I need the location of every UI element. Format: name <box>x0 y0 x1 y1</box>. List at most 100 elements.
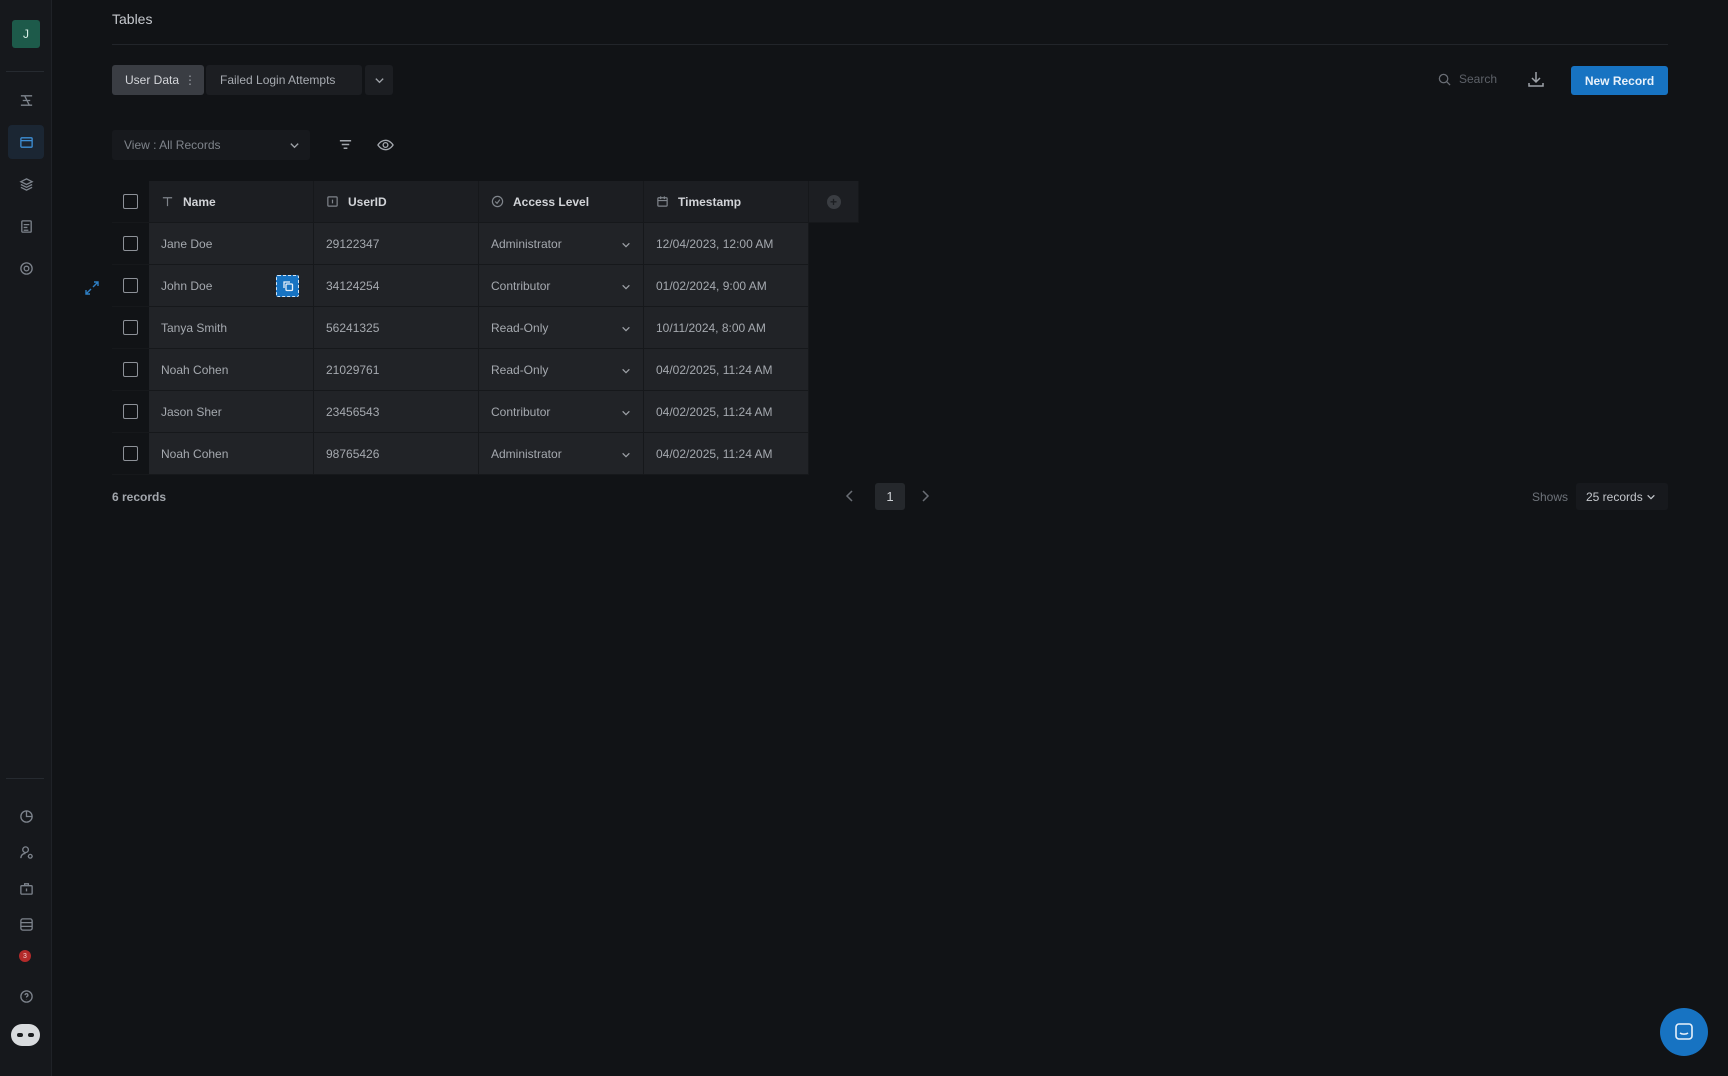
table-row[interactable]: Noah Cohen 98765426 Administrator 04/02/… <box>112 433 809 475</box>
row-select-cell <box>112 433 149 475</box>
number-type-icon <box>326 195 339 208</box>
tab-label: Failed Login Attempts <box>220 73 336 87</box>
records-per-page-select[interactable]: 25 records <box>1576 483 1668 510</box>
access-level-cell[interactable]: Contributor <box>479 391 644 433</box>
tab-user-data[interactable]: User Data ⋮ <box>112 65 204 95</box>
chevron-down-icon <box>621 449 631 463</box>
row-select-cell <box>112 223 149 265</box>
userid-cell[interactable]: 98765426 <box>314 433 479 475</box>
timestamp-cell[interactable]: 01/02/2024, 9:00 AM <box>644 265 809 307</box>
database-icon[interactable] <box>8 907 44 941</box>
name-cell[interactable]: Jane Doe <box>149 223 314 265</box>
chevron-down-icon <box>621 407 631 421</box>
chat-icon[interactable] <box>1660 1008 1708 1056</box>
select-all-checkbox[interactable] <box>123 194 138 209</box>
calendar-icon <box>656 195 669 208</box>
timestamp-cell[interactable]: 04/02/2025, 11:24 AM <box>644 433 809 475</box>
row-checkbox[interactable] <box>123 278 138 293</box>
timestamp-cell[interactable]: 12/04/2023, 12:00 AM <box>644 223 809 265</box>
search-input[interactable]: Search <box>1438 72 1497 86</box>
tab-label: User Data <box>125 73 180 87</box>
userid-cell[interactable]: 29122347 <box>314 223 479 265</box>
user-settings-icon[interactable] <box>8 835 44 869</box>
table-row[interactable]: John Doe 34124254 Contributor 01/02/2024… <box>112 265 809 307</box>
record-count: 6 records <box>112 490 167 504</box>
settings-sliders-icon[interactable] <box>8 83 44 117</box>
name-cell[interactable]: John Doe <box>149 265 314 307</box>
download-icon[interactable] <box>1527 70 1545 88</box>
more-vertical-icon[interactable]: ⋮ <box>184 73 196 87</box>
userid-cell[interactable]: 21029761 <box>314 349 479 391</box>
timestamp-cell[interactable]: 10/11/2024, 8:00 AM <box>644 307 809 349</box>
filter-icon[interactable] <box>338 137 353 155</box>
chevron-down-icon <box>621 365 631 379</box>
name-cell[interactable]: Tanya Smith <box>149 307 314 349</box>
avatar[interactable]: J <box>12 20 40 48</box>
access-level-value: Read-Only <box>491 362 549 377</box>
row-checkbox[interactable] <box>123 362 138 377</box>
name-cell[interactable]: Jason Sher <box>149 391 314 433</box>
access-level-cell[interactable]: Read-Only <box>479 349 644 391</box>
column-header-userid[interactable]: UserID <box>314 181 479 223</box>
text-type-icon <box>161 195 174 208</box>
bot-icon[interactable] <box>11 1024 40 1046</box>
column-header-timestamp[interactable]: Timestamp <box>644 181 809 223</box>
per-page-value: 25 records <box>1586 489 1643 504</box>
userid-cell[interactable]: 56241325 <box>314 307 479 349</box>
chevron-right-icon[interactable] <box>920 490 930 505</box>
copy-icon[interactable] <box>276 275 299 297</box>
pie-chart-icon[interactable] <box>8 799 44 833</box>
table-row[interactable]: Noah Cohen 21029761 Read-Only 04/02/2025… <box>112 349 809 391</box>
column-label: Name <box>183 194 216 209</box>
header-divider <box>112 44 1668 45</box>
expand-icon[interactable] <box>84 280 100 299</box>
search-icon <box>1438 73 1451 86</box>
column-header-access-level[interactable]: Access Level <box>479 181 644 223</box>
name-cell[interactable]: Noah Cohen <box>149 349 314 391</box>
search-placeholder: Search <box>1459 72 1498 86</box>
access-level-cell[interactable]: Administrator <box>479 223 644 265</box>
tab-failed-login-attempts[interactable]: Failed Login Attempts <box>206 65 362 95</box>
page-number-button[interactable]: 1 <box>875 483 905 510</box>
chevron-down-icon <box>621 281 631 295</box>
column-header-name[interactable]: Name <box>149 181 314 223</box>
access-level-value: Administrator <box>491 446 562 461</box>
help-icon[interactable] <box>8 979 44 1013</box>
access-level-cell[interactable]: Contributor <box>479 265 644 307</box>
table-row[interactable]: Tanya Smith 56241325 Read-Only 10/11/202… <box>112 307 809 349</box>
name-cell[interactable]: Noah Cohen <box>149 433 314 475</box>
access-level-cell[interactable]: Administrator <box>479 433 644 475</box>
sidebar-divider <box>6 778 44 779</box>
chevron-down-icon <box>289 140 300 154</box>
row-select-cell <box>112 307 149 349</box>
userid-cell[interactable]: 34124254 <box>314 265 479 307</box>
access-level-value: Read-Only <box>491 320 549 335</box>
table-row[interactable]: Jane Doe 29122347 Administrator 12/04/20… <box>112 223 809 265</box>
row-checkbox[interactable] <box>123 446 138 461</box>
clipboard-icon[interactable] <box>8 209 44 243</box>
target-icon[interactable] <box>8 251 44 285</box>
eye-icon[interactable] <box>377 137 394 156</box>
access-level-cell[interactable]: Read-Only <box>479 307 644 349</box>
new-record-button[interactable]: New Record <box>1571 66 1668 95</box>
timestamp-cell[interactable]: 04/02/2025, 11:24 AM <box>644 391 809 433</box>
briefcase-icon[interactable] <box>8 871 44 905</box>
row-checkbox[interactable] <box>123 404 138 419</box>
tabs-dropdown-button[interactable] <box>365 65 393 95</box>
notification-badge-icon[interactable]: 3 <box>19 950 31 962</box>
row-checkbox[interactable] <box>123 236 138 251</box>
column-label: Access Level <box>513 194 590 209</box>
column-label: UserID <box>348 194 387 209</box>
row-checkbox[interactable] <box>123 320 138 335</box>
userid-cell[interactable]: 23456543 <box>314 391 479 433</box>
add-column-icon[interactable]: + <box>826 194 841 209</box>
chevron-down-icon <box>1646 494 1655 500</box>
view-selector[interactable]: View : All Records <box>112 130 310 160</box>
table-icon[interactable] <box>8 125 44 159</box>
table-row[interactable]: Jason Sher 23456543 Contributor 04/02/20… <box>112 391 809 433</box>
timestamp-cell[interactable]: 04/02/2025, 11:24 AM <box>644 349 809 391</box>
chevron-left-icon[interactable] <box>845 490 855 505</box>
row-select-cell <box>112 265 149 307</box>
page-title: Tables <box>112 11 153 27</box>
layers-icon[interactable] <box>8 167 44 201</box>
